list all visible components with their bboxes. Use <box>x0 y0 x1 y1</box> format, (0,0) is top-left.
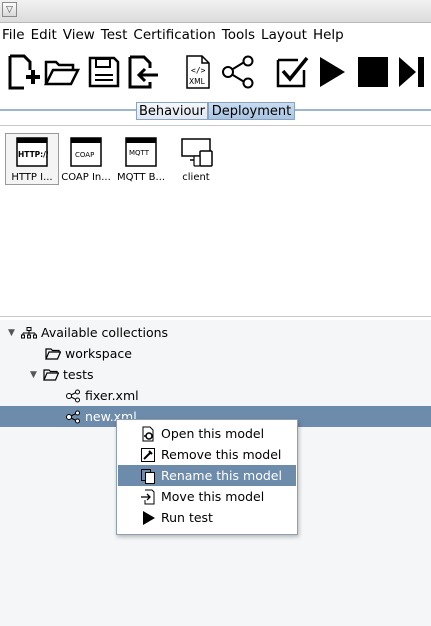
menu-item-rename-model[interactable]: Rename this model <box>118 465 296 486</box>
menu-bar: File Edit View Test Certification Tools … <box>0 23 431 47</box>
stop-icon <box>358 57 388 87</box>
palette-label: COAP In... <box>61 172 111 183</box>
menu-item-run-test[interactable]: Run test <box>118 507 296 528</box>
collapse-arrow-icon[interactable]: ▼ <box>8 328 20 338</box>
tree-item-fixer[interactable]: fixer.xml <box>64 385 139 406</box>
remove-document-icon <box>138 446 158 464</box>
http-interface-icon: HTTP:// <box>16 136 49 168</box>
menu-item-label: Rename this model <box>161 468 282 483</box>
mqtt-broker-icon: MQTT <box>125 136 157 168</box>
export-xml-button[interactable]: </> XML <box>178 52 218 92</box>
window-menu-button[interactable]: ▽ <box>2 2 17 17</box>
palette-item-http[interactable]: HTTP:// HTTP I... <box>5 133 59 185</box>
menu-edit[interactable]: Edit <box>29 27 61 43</box>
tree-label: Available collections <box>41 325 169 340</box>
menu-view[interactable]: View <box>61 27 99 43</box>
palette-label: client <box>182 172 210 183</box>
validate-button[interactable] <box>272 52 312 92</box>
svg-text:HTTP://: HTTP:// <box>18 150 48 159</box>
tree-item-workspace[interactable]: workspace <box>44 343 132 364</box>
menu-item-open-model[interactable]: Open this model <box>118 423 296 444</box>
step-button[interactable] <box>392 52 431 92</box>
menu-item-move-model[interactable]: Move this model <box>118 486 296 507</box>
checkbox-check-icon <box>276 56 309 88</box>
play-icon <box>138 509 158 527</box>
collapse-arrow-icon[interactable]: ▼ <box>30 370 42 380</box>
coap-interface-icon: COAP <box>70 136 102 168</box>
tree-label: workspace <box>65 346 132 361</box>
share-graph-icon <box>222 55 254 89</box>
svg-text:MQTT: MQTT <box>129 149 150 157</box>
svg-text:</>: </> <box>191 66 206 75</box>
view-tabs: Behaviour Deployment <box>0 100 431 122</box>
devices-icon <box>180 136 213 168</box>
move-document-icon <box>138 488 158 506</box>
menu-tools[interactable]: Tools <box>220 27 259 43</box>
share-graph-icon <box>64 388 82 404</box>
tree-item-tests[interactable]: ▼ tests <box>30 364 94 385</box>
network-tree-icon <box>20 325 38 341</box>
step-forward-icon <box>399 57 424 87</box>
menu-item-label: Move this model <box>161 489 265 504</box>
palette-item-mqtt[interactable]: MQTT MQTT B... <box>115 134 167 183</box>
menu-test[interactable]: Test <box>99 27 132 43</box>
stop-button[interactable] <box>353 52 393 92</box>
menu-item-remove-model[interactable]: Remove this model <box>118 444 296 465</box>
tab-deployment[interactable]: Deployment <box>208 102 295 120</box>
palette-item-coap[interactable]: COAP COAP In... <box>60 134 112 183</box>
tree-label: tests <box>63 367 94 382</box>
split-divider[interactable] <box>205 314 225 324</box>
tab-behaviour[interactable]: Behaviour <box>136 102 208 120</box>
folder-icon <box>44 346 62 362</box>
palette-label: HTTP I... <box>11 172 53 183</box>
svg-text:COAP: COAP <box>75 151 94 159</box>
open-document-icon <box>138 425 158 443</box>
folder-icon <box>42 367 60 383</box>
menu-help[interactable]: Help <box>311 27 348 43</box>
menu-item-label: Remove this model <box>161 447 282 462</box>
svg-text:XML: XML <box>189 77 206 86</box>
share-graph-button[interactable] <box>218 52 258 92</box>
new-model-button[interactable] <box>4 52 44 92</box>
palette-label: MQTT B... <box>116 172 166 183</box>
save-icon <box>88 56 120 88</box>
palette-item-client[interactable]: client <box>170 134 222 183</box>
folder-open-icon <box>43 60 81 86</box>
run-button[interactable] <box>312 52 352 92</box>
menu-certification[interactable]: Certification <box>131 27 219 43</box>
open-model-button[interactable] <box>42 52 82 92</box>
new-document-icon <box>8 54 40 90</box>
menu-file[interactable]: File <box>0 27 29 43</box>
copy-rename-icon <box>138 467 158 485</box>
tree-label: fixer.xml <box>85 388 139 403</box>
document-import-icon <box>128 55 158 89</box>
toolbar: </> XML <box>0 48 431 98</box>
menu-layout[interactable]: Layout <box>259 27 311 43</box>
save-model-button[interactable] <box>84 52 124 92</box>
title-bar: ▽ <box>0 0 431 23</box>
menu-item-label: Run test <box>161 510 213 525</box>
menu-item-label: Open this model <box>161 426 265 441</box>
import-model-button[interactable] <box>123 52 163 92</box>
context-menu: Open this model Remove this model Rename… <box>116 419 298 535</box>
play-icon <box>320 57 345 87</box>
share-graph-icon <box>64 409 82 425</box>
xml-file-icon: </> XML <box>186 55 210 89</box>
component-palette: HTTP:// HTTP I... COAP COAP In... MQTT M… <box>0 125 431 317</box>
tree-root[interactable]: ▼ Available collections <box>8 322 168 343</box>
